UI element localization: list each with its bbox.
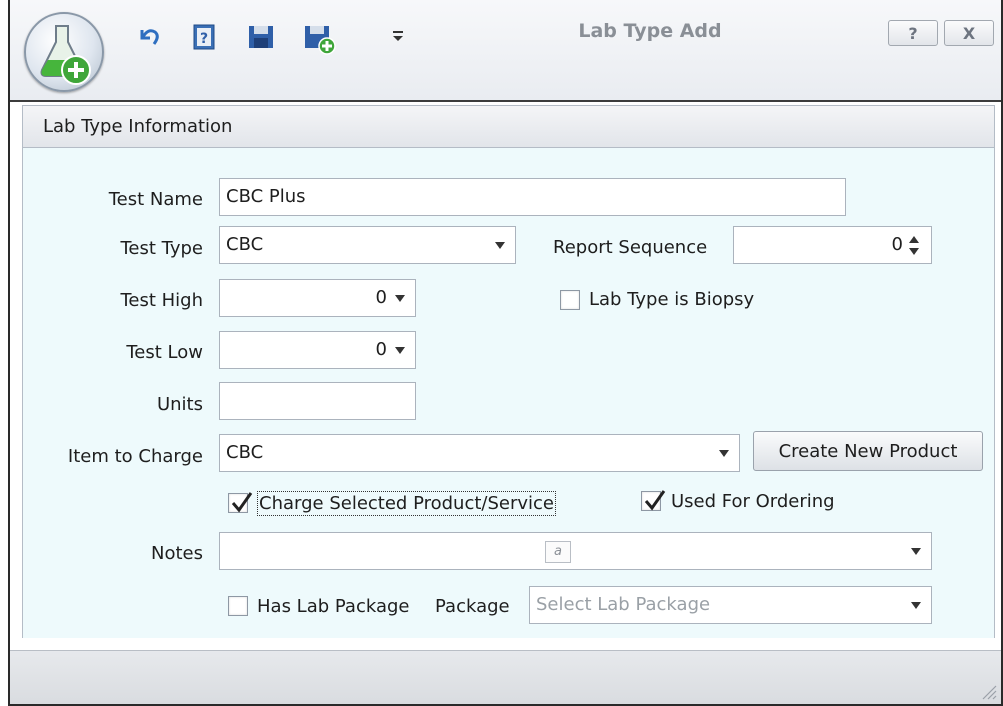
spin-down-icon[interactable] <box>909 248 919 255</box>
test-high-value: 0 <box>375 287 387 308</box>
chevron-down-icon <box>911 548 921 555</box>
used-for-ordering-label: Used For Ordering <box>671 491 835 512</box>
help-button[interactable]: ? <box>888 20 938 46</box>
notes-label: Notes <box>151 543 203 564</box>
test-name-label: Test Name <box>108 189 203 210</box>
charge-selected-checkbox[interactable] <box>228 492 253 513</box>
test-high-dropdown[interactable]: 0 <box>219 279 416 317</box>
flask-add-icon <box>40 25 91 85</box>
item-to-charge-value: CBC <box>226 442 264 463</box>
lab-type-is-biopsy-checkbox[interactable] <box>560 290 580 310</box>
undo-icon[interactable] <box>134 22 164 52</box>
charge-selected-label: Charge Selected Product/Service <box>257 491 556 516</box>
notes-field[interactable]: a <box>219 532 932 570</box>
test-low-dropdown[interactable]: 0 <box>219 331 416 369</box>
title-bar: ? Lab Type Add ? X <box>10 0 1001 102</box>
spin-up-icon[interactable] <box>909 236 919 243</box>
report-sequence-label: Report Sequence <box>553 237 708 258</box>
help-icon[interactable]: ? <box>190 22 220 52</box>
group-body: Test Name CBC Plus Test Type CBC Report … <box>23 148 994 638</box>
close-button[interactable]: X <box>944 20 994 46</box>
chevron-down-icon <box>911 602 921 609</box>
checkmark-icon <box>231 492 253 513</box>
svg-text:?: ? <box>200 31 208 47</box>
test-low-label: Test Low <box>126 342 203 363</box>
lab-type-information-group: Lab Type Information Test Name CBC Plus … <box>22 105 995 638</box>
test-low-value: 0 <box>375 339 387 360</box>
group-header: Lab Type Information <box>23 106 994 148</box>
customize-dropdown-icon[interactable] <box>388 22 418 52</box>
item-to-charge-label: Item to Charge <box>67 446 203 467</box>
create-new-product-button[interactable]: Create New Product <box>753 431 983 471</box>
save-icon[interactable] <box>246 22 276 52</box>
units-input[interactable] <box>219 382 416 420</box>
has-lab-package-checkbox[interactable] <box>228 596 248 616</box>
item-to-charge-dropdown[interactable]: CBC <box>219 434 740 472</box>
text-editor-icon[interactable]: a <box>545 541 571 563</box>
package-placeholder: Select Lab Package <box>536 594 711 615</box>
lab-type-is-biopsy-label: Lab Type is Biopsy <box>589 289 755 310</box>
test-name-input[interactable]: CBC Plus <box>219 178 846 216</box>
status-bar <box>10 650 1001 704</box>
chevron-down-icon <box>395 347 405 354</box>
has-lab-package-label: Has Lab Package <box>257 596 410 617</box>
units-label: Units <box>156 394 203 415</box>
lab-type-add-window: ? Lab Type Add ? X Lab Type Information … <box>8 0 1003 706</box>
report-sequence-spinner[interactable]: 0 <box>733 226 932 264</box>
app-menu-button[interactable] <box>24 12 104 92</box>
test-high-label: Test High <box>120 290 203 311</box>
test-type-value: CBC <box>226 234 264 255</box>
chevron-down-icon <box>395 295 405 302</box>
test-type-label: Test Type <box>120 238 203 259</box>
package-label: Package <box>435 596 510 617</box>
report-sequence-value: 0 <box>891 234 903 255</box>
chevron-down-icon <box>495 242 505 249</box>
test-type-dropdown[interactable]: CBC <box>219 226 516 264</box>
save-and-new-icon[interactable] <box>302 22 336 55</box>
window-title: Lab Type Add <box>578 20 722 42</box>
checkmark-icon <box>644 490 666 511</box>
chevron-down-icon <box>719 450 729 457</box>
used-for-ordering-checkbox[interactable] <box>641 490 666 511</box>
resize-grip-icon[interactable] <box>979 682 997 700</box>
package-dropdown[interactable]: Select Lab Package <box>529 586 932 624</box>
